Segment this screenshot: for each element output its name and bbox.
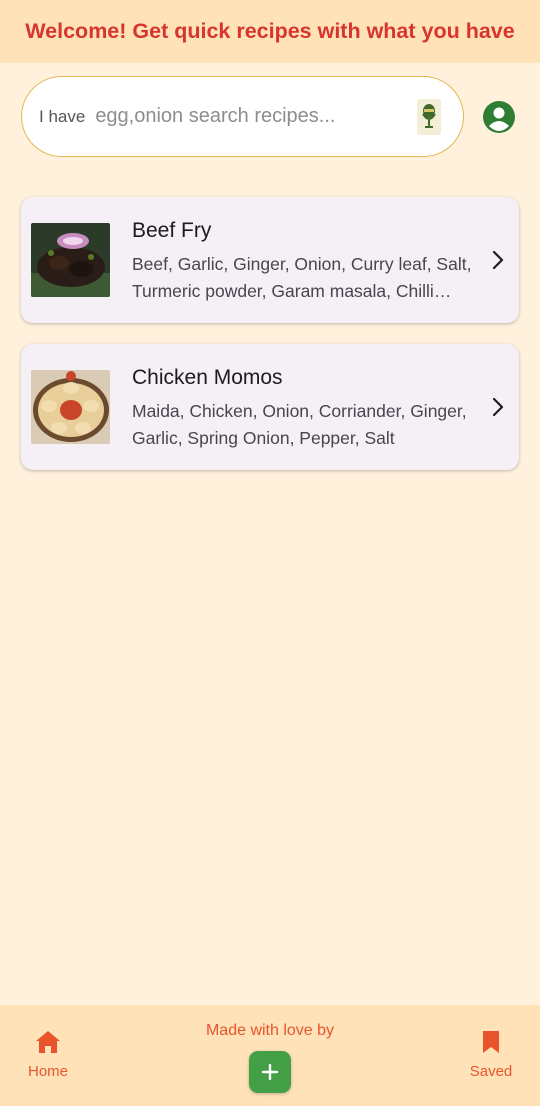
recipe-title: Chicken Momos [132,366,283,389]
account-circle-icon[interactable] [482,100,516,134]
search-prefix-label: I have [39,106,86,126]
chevron-right-icon [492,250,504,270]
app-header: Welcome! Get quick recipes with what you… [0,0,540,63]
beef-fry-image [31,223,110,297]
recipe-ingredients: Maida, Chicken, Onion, Corriander, Ginge… [132,401,467,448]
recipe-card-beef-fry[interactable]: Beef Fry Beef, Garlic, Ginger, Onion, Cu… [21,197,519,323]
nav-home-label: Home [27,1063,68,1080]
bookmark-icon [483,1031,499,1053]
welcome-title: Welcome! Get quick recipes with what you… [25,19,515,43]
search-input[interactable] [95,105,411,128]
chevron-right-icon [492,397,504,417]
recipe-ingredients: Beef, Garlic, Ginger, Onion, Curry leaf,… [132,254,472,301]
recipe-card-chicken-momos[interactable]: Chicken Momos Maida, Chicken, Onion, Cor… [21,344,519,470]
bottom-nav-bar: Home Made with love by Saved [0,1005,540,1106]
plus-icon [261,1063,279,1081]
chicken-momos-image [31,370,110,444]
mic-icon[interactable] [417,98,441,135]
recipe-title: Beef Fry [132,219,212,242]
nav-saved-label: Saved [469,1063,513,1080]
nav-saved[interactable]: Saved [451,1029,531,1080]
search-bar[interactable]: I have [21,76,464,157]
add-recipe-button[interactable] [249,1051,291,1093]
